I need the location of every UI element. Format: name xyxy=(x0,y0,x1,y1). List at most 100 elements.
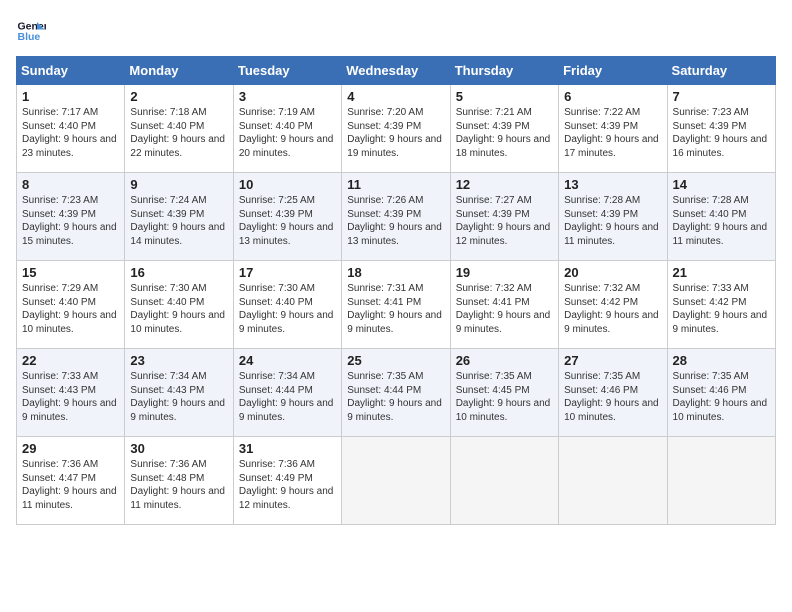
day-number: 12 xyxy=(456,177,553,192)
day-number: 19 xyxy=(456,265,553,280)
calendar-cell xyxy=(450,437,558,525)
calendar-cell: 9 Sunrise: 7:24 AMSunset: 4:39 PMDaylight… xyxy=(125,173,233,261)
calendar-cell: 6 Sunrise: 7:22 AMSunset: 4:39 PMDaylight… xyxy=(559,85,667,173)
calendar-cell: 31Sunrise: 7:36 AMSunset: 4:49 PMDayligh… xyxy=(233,437,341,525)
day-number: 1 xyxy=(22,89,119,104)
day-number: 26 xyxy=(456,353,553,368)
day-header-thursday: Thursday xyxy=(450,57,558,85)
calendar-cell: 3Sunrise: 7:19 AMSunset: 4:40 PMDaylight… xyxy=(233,85,341,173)
cell-info: Sunrise: 7:35 AMSunset: 4:44 PMDaylight:… xyxy=(347,370,444,424)
day-number: 5 xyxy=(456,89,553,104)
calendar-cell: 10 Sunrise: 7:25 AMSunset: 4:39 PMDayligh… xyxy=(233,173,341,261)
cell-info: Sunrise: 7:25 AMSunset: 4:39 PMDaylight:… xyxy=(239,194,336,248)
day-number: 20 xyxy=(564,265,661,280)
day-number: 9 xyxy=(130,177,227,192)
cell-info: Sunrise: 7:18 AMSunset: 4:40 PMDaylight:… xyxy=(130,106,227,160)
day-number: 31 xyxy=(239,441,336,456)
svg-text:Blue: Blue xyxy=(18,31,41,43)
page-header: General Blue xyxy=(16,16,776,46)
week-row-5: 29Sunrise: 7:36 AMSunset: 4:47 PMDayligh… xyxy=(17,437,776,525)
day-number: 6 xyxy=(564,89,661,104)
calendar-cell: 14 Sunrise: 7:28 AMSunset: 4:40 PMDayligh… xyxy=(667,173,775,261)
day-number: 4 xyxy=(347,89,444,104)
calendar-cell: 11 Sunrise: 7:26 AMSunset: 4:39 PMDayligh… xyxy=(342,173,450,261)
calendar-table: SundayMondayTuesdayWednesdayThursdayFrid… xyxy=(16,56,776,525)
calendar-cell: 5 Sunrise: 7:21 AMSunset: 4:39 PMDaylight… xyxy=(450,85,558,173)
day-number: 14 xyxy=(673,177,770,192)
cell-info: Sunrise: 7:34 AMSunset: 4:43 PMDaylight:… xyxy=(130,370,227,424)
cell-info: Sunrise: 7:24 AMSunset: 4:39 PMDaylight:… xyxy=(130,194,227,248)
cell-info: Sunrise: 7:21 AMSunset: 4:39 PMDaylight:… xyxy=(456,106,553,160)
week-row-2: 8 Sunrise: 7:23 AMSunset: 4:39 PMDaylight… xyxy=(17,173,776,261)
logo: General Blue xyxy=(16,16,46,46)
cell-info: Sunrise: 7:23 AMSunset: 4:39 PMDaylight:… xyxy=(22,194,119,248)
calendar-cell xyxy=(559,437,667,525)
cell-info: Sunrise: 7:22 AMSunset: 4:39 PMDaylight:… xyxy=(564,106,661,160)
cell-info: Sunrise: 7:28 AMSunset: 4:40 PMDaylight:… xyxy=(673,194,770,248)
cell-info: Sunrise: 7:35 AMSunset: 4:46 PMDaylight:… xyxy=(673,370,770,424)
calendar-cell: 8 Sunrise: 7:23 AMSunset: 4:39 PMDaylight… xyxy=(17,173,125,261)
day-number: 28 xyxy=(673,353,770,368)
calendar-cell: 30 Sunrise: 7:36 AMSunset: 4:48 PMDayligh… xyxy=(125,437,233,525)
cell-info: Sunrise: 7:20 AMSunset: 4:39 PMDaylight:… xyxy=(347,106,444,160)
calendar-cell xyxy=(342,437,450,525)
cell-info: Sunrise: 7:23 AMSunset: 4:39 PMDaylight:… xyxy=(673,106,770,160)
logo-icon: General Blue xyxy=(16,16,46,46)
cell-info: Sunrise: 7:17 AMSunset: 4:40 PMDaylight:… xyxy=(22,106,119,160)
calendar-cell: 27Sunrise: 7:35 AMSunset: 4:46 PMDayligh… xyxy=(559,349,667,437)
cell-info: Sunrise: 7:35 AMSunset: 4:45 PMDaylight:… xyxy=(456,370,553,424)
cell-info: Sunrise: 7:36 AMSunset: 4:48 PMDaylight:… xyxy=(130,458,227,512)
calendar-cell: 16 Sunrise: 7:30 AMSunset: 4:40 PMDayligh… xyxy=(125,261,233,349)
day-number: 22 xyxy=(22,353,119,368)
calendar-cell: 26 Sunrise: 7:35 AMSunset: 4:45 PMDayligh… xyxy=(450,349,558,437)
day-number: 30 xyxy=(130,441,227,456)
week-row-3: 15Sunrise: 7:29 AMSunset: 4:40 PMDayligh… xyxy=(17,261,776,349)
cell-info: Sunrise: 7:35 AMSunset: 4:46 PMDaylight:… xyxy=(564,370,661,424)
day-number: 23 xyxy=(130,353,227,368)
day-number: 16 xyxy=(130,265,227,280)
cell-info: Sunrise: 7:36 AMSunset: 4:47 PMDaylight:… xyxy=(22,458,119,512)
cell-info: Sunrise: 7:26 AMSunset: 4:39 PMDaylight:… xyxy=(347,194,444,248)
calendar-cell: 25 Sunrise: 7:35 AMSunset: 4:44 PMDayligh… xyxy=(342,349,450,437)
day-number: 25 xyxy=(347,353,444,368)
calendar-cell: 7 Sunrise: 7:23 AMSunset: 4:39 PMDaylight… xyxy=(667,85,775,173)
day-number: 7 xyxy=(673,89,770,104)
calendar-cell: 24 Sunrise: 7:34 AMSunset: 4:44 PMDayligh… xyxy=(233,349,341,437)
calendar-cell: 12 Sunrise: 7:27 AMSunset: 4:39 PMDayligh… xyxy=(450,173,558,261)
day-number: 18 xyxy=(347,265,444,280)
calendar-cell: 28 Sunrise: 7:35 AMSunset: 4:46 PMDayligh… xyxy=(667,349,775,437)
calendar-cell: 15Sunrise: 7:29 AMSunset: 4:40 PMDayligh… xyxy=(17,261,125,349)
day-header-friday: Friday xyxy=(559,57,667,85)
week-row-1: 1 Sunrise: 7:17 AMSunset: 4:40 PMDaylight… xyxy=(17,85,776,173)
cell-info: Sunrise: 7:30 AMSunset: 4:40 PMDaylight:… xyxy=(130,282,227,336)
calendar-cell: 2 Sunrise: 7:18 AMSunset: 4:40 PMDaylight… xyxy=(125,85,233,173)
calendar-cell xyxy=(667,437,775,525)
day-number: 24 xyxy=(239,353,336,368)
cell-info: Sunrise: 7:19 AMSunset: 4:40 PMDaylight:… xyxy=(239,106,336,160)
day-number: 11 xyxy=(347,177,444,192)
calendar-cell: 21Sunrise: 7:33 AMSunset: 4:42 PMDayligh… xyxy=(667,261,775,349)
day-header-tuesday: Tuesday xyxy=(233,57,341,85)
cell-info: Sunrise: 7:32 AMSunset: 4:42 PMDaylight:… xyxy=(564,282,661,336)
cell-info: Sunrise: 7:33 AMSunset: 4:42 PMDaylight:… xyxy=(673,282,770,336)
day-header-monday: Monday xyxy=(125,57,233,85)
calendar-cell: 18 Sunrise: 7:31 AMSunset: 4:41 PMDayligh… xyxy=(342,261,450,349)
cell-info: Sunrise: 7:31 AMSunset: 4:41 PMDaylight:… xyxy=(347,282,444,336)
cell-info: Sunrise: 7:29 AMSunset: 4:40 PMDaylight:… xyxy=(22,282,119,336)
day-number: 8 xyxy=(22,177,119,192)
day-header-wednesday: Wednesday xyxy=(342,57,450,85)
calendar-cell: 20 Sunrise: 7:32 AMSunset: 4:42 PMDayligh… xyxy=(559,261,667,349)
days-header-row: SundayMondayTuesdayWednesdayThursdayFrid… xyxy=(17,57,776,85)
cell-info: Sunrise: 7:28 AMSunset: 4:39 PMDaylight:… xyxy=(564,194,661,248)
calendar-cell: 22Sunrise: 7:33 AMSunset: 4:43 PMDayligh… xyxy=(17,349,125,437)
cell-info: Sunrise: 7:34 AMSunset: 4:44 PMDaylight:… xyxy=(239,370,336,424)
calendar-cell: 4 Sunrise: 7:20 AMSunset: 4:39 PMDaylight… xyxy=(342,85,450,173)
day-header-saturday: Saturday xyxy=(667,57,775,85)
calendar-cell: 13 Sunrise: 7:28 AMSunset: 4:39 PMDayligh… xyxy=(559,173,667,261)
calendar-cell: 23 Sunrise: 7:34 AMSunset: 4:43 PMDayligh… xyxy=(125,349,233,437)
day-number: 13 xyxy=(564,177,661,192)
day-number: 10 xyxy=(239,177,336,192)
day-header-sunday: Sunday xyxy=(17,57,125,85)
day-number: 2 xyxy=(130,89,227,104)
cell-info: Sunrise: 7:27 AMSunset: 4:39 PMDaylight:… xyxy=(456,194,553,248)
